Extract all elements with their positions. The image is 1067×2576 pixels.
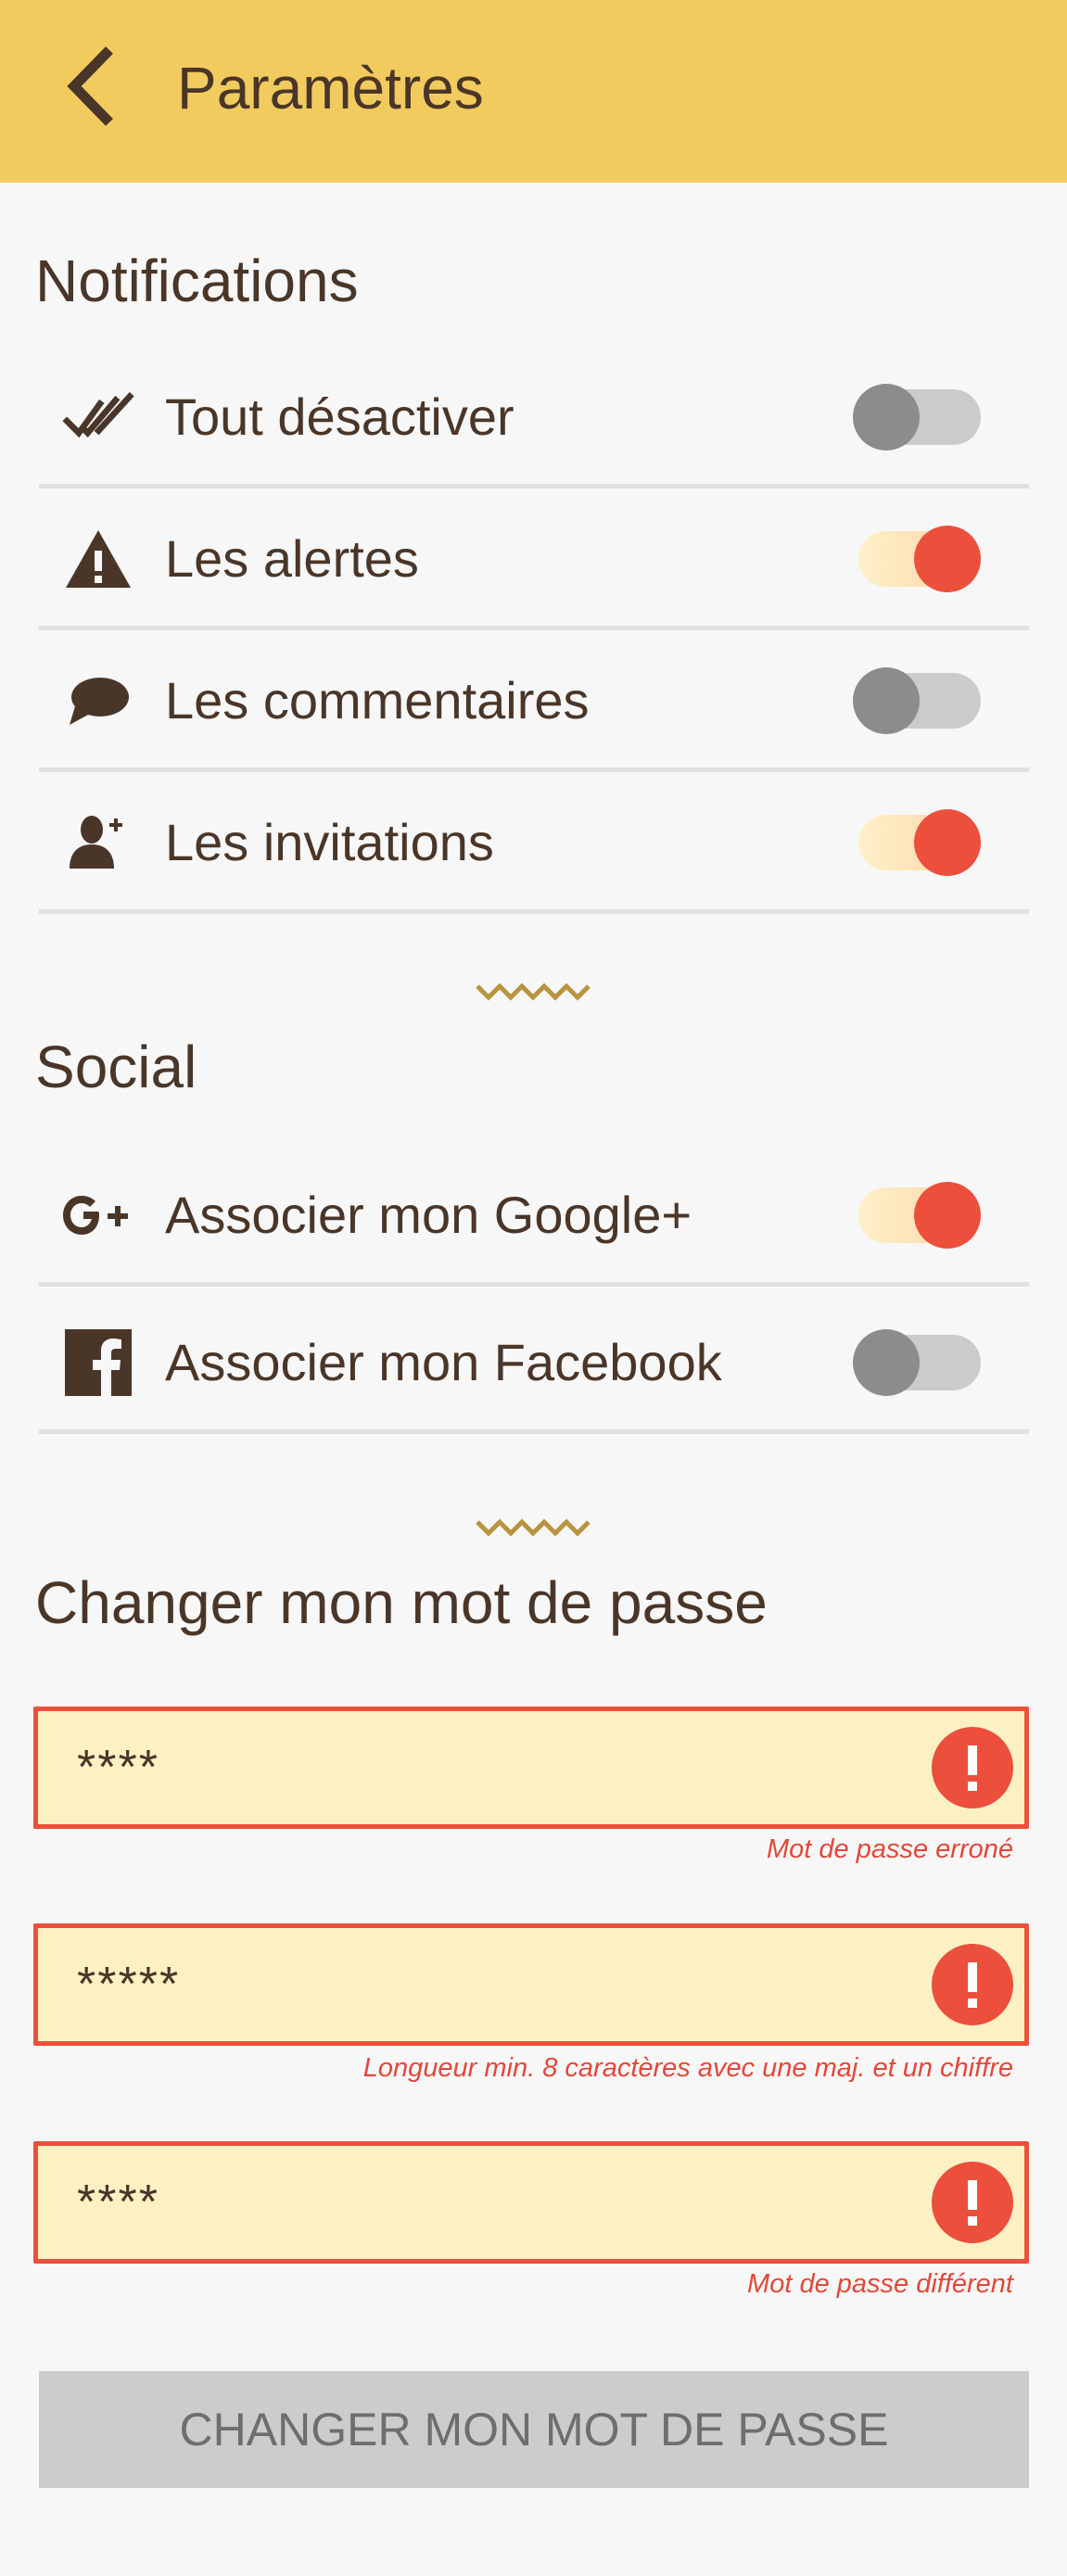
toggle-comments[interactable] — [853, 667, 981, 734]
divider — [39, 768, 1029, 772]
divider — [39, 626, 1029, 630]
toggle-google-plus[interactable] — [853, 1182, 981, 1249]
change-password-button[interactable]: CHANGER MON MOT DE PASSE — [39, 2371, 1029, 2488]
divider — [39, 484, 1029, 489]
page-title: Paramètres — [177, 55, 484, 121]
setting-label-invitations: Les invitations — [165, 813, 494, 871]
divider — [39, 909, 1029, 914]
toggle-alerts[interactable] — [853, 526, 981, 592]
confirm-password-input[interactable] — [77, 2146, 911, 2259]
toggle-knob — [914, 809, 981, 876]
setting-label-comments: Les commentaires — [165, 671, 590, 730]
error-icon — [932, 1944, 1013, 2025]
divider — [39, 1429, 1029, 1434]
add-user-icon — [61, 806, 135, 880]
setting-row-invitations: Les invitations — [39, 796, 1029, 889]
setting-label-alerts: Les alertes — [165, 529, 419, 588]
back-button[interactable] — [54, 44, 128, 128]
toggle-knob — [853, 384, 920, 450]
setting-row-disable-all: Tout désactiver — [39, 371, 1029, 463]
setting-row-facebook: Associer mon Facebook — [39, 1316, 1029, 1409]
zigzag-divider-icon — [476, 1518, 591, 1537]
comment-icon — [61, 664, 135, 738]
google-plus-icon — [61, 1178, 135, 1252]
toggle-knob — [914, 526, 981, 592]
double-check-icon — [61, 380, 135, 454]
toggle-knob — [914, 1182, 981, 1249]
zigzag-divider-icon — [476, 983, 591, 1001]
setting-label-google-plus: Associer mon Google+ — [165, 1186, 692, 1244]
toggle-invitations[interactable] — [853, 809, 981, 876]
new-password-input[interactable] — [77, 1928, 911, 2041]
setting-label-facebook: Associer mon Facebook — [165, 1333, 722, 1391]
setting-row-google-plus: Associer mon Google+ — [39, 1169, 1029, 1262]
confirm-password-error: Mot de passe différent — [747, 2269, 1013, 2299]
error-icon — [932, 2162, 1013, 2243]
new-password-error: Longueur min. 8 caractères avec une maj.… — [362, 2053, 1013, 2083]
toggle-knob — [853, 667, 920, 734]
divider — [39, 1282, 1029, 1287]
setting-label-disable-all: Tout désactiver — [165, 387, 514, 446]
facebook-icon — [61, 1326, 135, 1400]
password-section-title: Changer mon mot de passe — [35, 1569, 768, 1636]
setting-row-comments: Les commentaires — [39, 654, 1029, 747]
confirm-password-field — [33, 2141, 1029, 2264]
social-section-title: Social — [35, 1034, 197, 1100]
current-password-error: Mot de passe erroné — [767, 1834, 1013, 1864]
toggle-disable-all[interactable] — [853, 384, 981, 450]
warning-icon — [61, 522, 135, 596]
toggle-facebook[interactable] — [853, 1329, 981, 1396]
app-header: Paramètres — [0, 0, 1067, 183]
current-password-field — [33, 1707, 1029, 1829]
new-password-field — [33, 1923, 1029, 2046]
error-icon — [932, 1727, 1013, 1808]
toggle-knob — [853, 1329, 920, 1396]
setting-row-alerts: Les alertes — [39, 513, 1029, 605]
current-password-input[interactable] — [77, 1711, 911, 1824]
notifications-section-title: Notifications — [35, 247, 359, 314]
chevron-left-icon — [67, 46, 113, 126]
